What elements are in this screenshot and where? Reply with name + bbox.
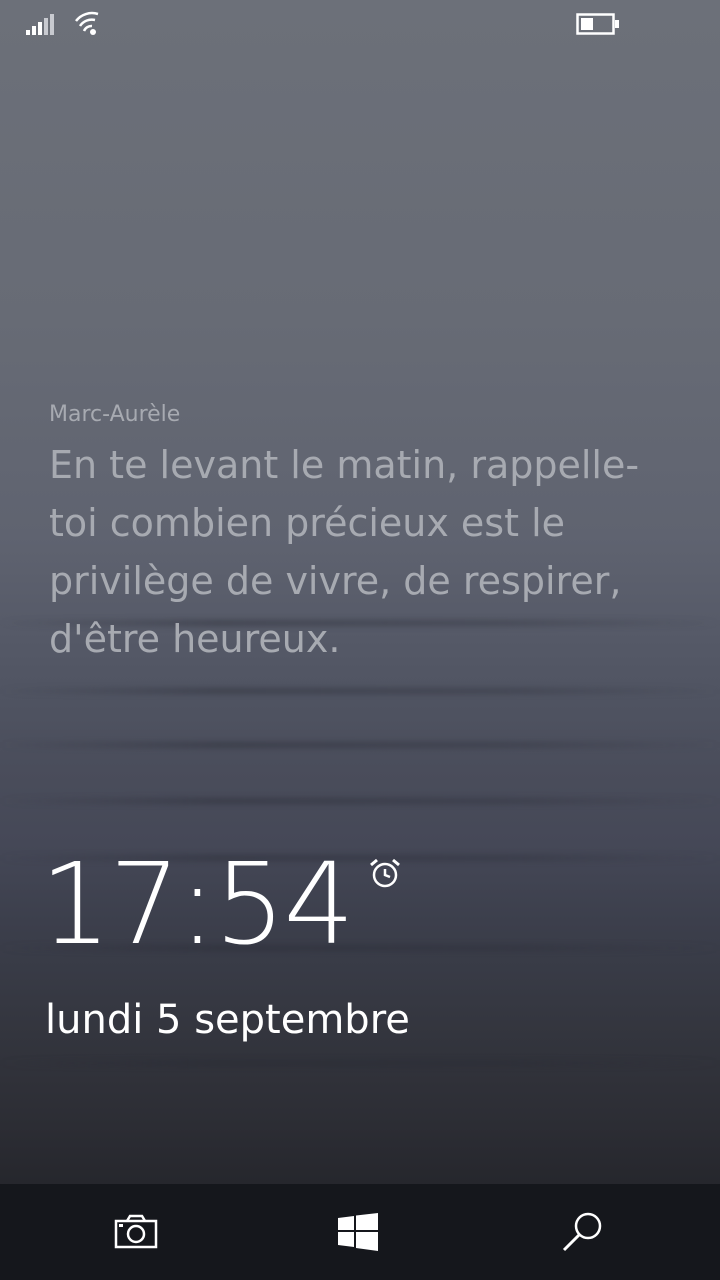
wave-decoration xyxy=(0,742,720,748)
camera-icon xyxy=(114,1214,158,1249)
search-icon xyxy=(562,1212,602,1252)
wifi-icon xyxy=(75,11,99,35)
navigation-bar xyxy=(0,1184,720,1280)
alarm-clock-icon xyxy=(370,858,400,888)
camera-button[interactable] xyxy=(76,1184,196,1280)
wave-decoration xyxy=(0,1060,720,1066)
lock-date: lundi 5 septembre xyxy=(45,997,410,1043)
windows-start-icon xyxy=(338,1213,378,1251)
battery-icon xyxy=(576,13,619,35)
lock-clock: 17:54 xyxy=(40,840,355,970)
search-button[interactable] xyxy=(522,1184,642,1280)
quote-author: Marc-Aurèle xyxy=(49,402,181,427)
start-button[interactable] xyxy=(298,1184,418,1280)
wave-decoration xyxy=(0,688,720,694)
wave-decoration xyxy=(0,798,720,804)
lock-screen: Marc-Aurèle En te levant le matin, rappe… xyxy=(0,0,720,1280)
status-bar xyxy=(0,0,720,50)
quote-text: En te levant le matin, rappelle- toi com… xyxy=(49,443,640,661)
signal-bars-icon xyxy=(26,14,54,35)
